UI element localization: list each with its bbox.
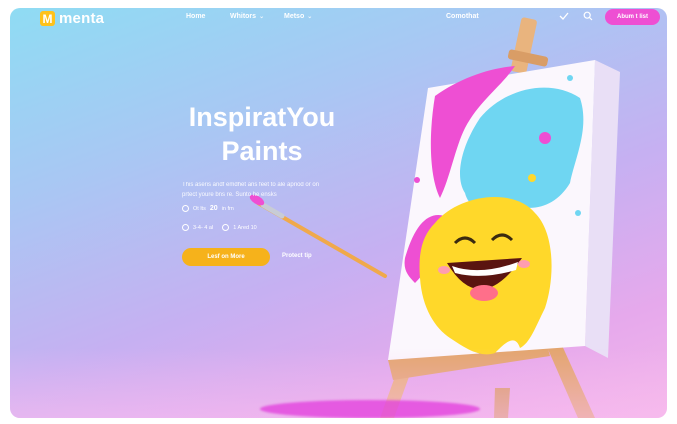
meta1-suffix: in frn xyxy=(221,205,234,212)
brand-name: menta xyxy=(59,10,105,27)
hero-title-line2: Paints xyxy=(221,136,303,166)
nav-link-label: Comothat xyxy=(446,13,479,20)
meta1-prefix: Ot lts xyxy=(193,205,206,212)
hero-description: This aseris andf emdhet ans feet to ale … xyxy=(182,182,320,198)
hero-frame: M menta Home Whitors ⌄ Metso ⌄ Comothat Ab… xyxy=(10,8,667,418)
nav-link-home[interactable]: Home xyxy=(186,13,205,20)
meta-row-1: Ot lts 20 in frn xyxy=(182,205,234,212)
top-nav: M menta Home Whitors ⌄ Metso ⌄ Comothat Ab… xyxy=(10,8,667,28)
hero-title-line1: InspiratYou xyxy=(188,102,336,132)
nav-link-comothat[interactable]: Comothat xyxy=(446,13,479,20)
clock-icon xyxy=(182,205,189,212)
check-icon[interactable] xyxy=(559,11,569,21)
learn-more-button[interactable]: Lesf on More xyxy=(182,248,270,266)
protect-tip-link[interactable]: Protect tip xyxy=(282,253,312,259)
meta-row-2: 3-4- 4 al 1 Ared 10 xyxy=(182,224,257,231)
chevron-down-icon: ⌄ xyxy=(259,14,265,20)
hero-title: InspiratYou Paints xyxy=(170,100,354,168)
brand-logo[interactable]: M menta xyxy=(40,10,104,27)
cta-button[interactable]: Abum t list xyxy=(605,9,660,25)
search-icon[interactable] xyxy=(583,11,593,21)
nav-link-whitors[interactable]: Whitors ⌄ xyxy=(230,13,264,20)
meta2-b: 1 Ared 10 xyxy=(233,224,257,231)
nav-link-label: Home xyxy=(186,13,206,20)
nav-link-label: Metso xyxy=(284,13,305,20)
logo-mark-icon: M xyxy=(40,11,55,26)
nav-link-metso[interactable]: Metso ⌄ xyxy=(284,13,312,20)
calendar-icon xyxy=(182,224,189,231)
chevron-down-icon: ⌄ xyxy=(307,14,313,20)
meta2-a: 3-4- 4 al xyxy=(193,224,214,231)
nav-link-label: Whitors xyxy=(230,13,257,20)
meta1-value: 20 xyxy=(209,205,218,212)
paint-puddle xyxy=(260,400,480,418)
location-icon xyxy=(222,224,230,231)
